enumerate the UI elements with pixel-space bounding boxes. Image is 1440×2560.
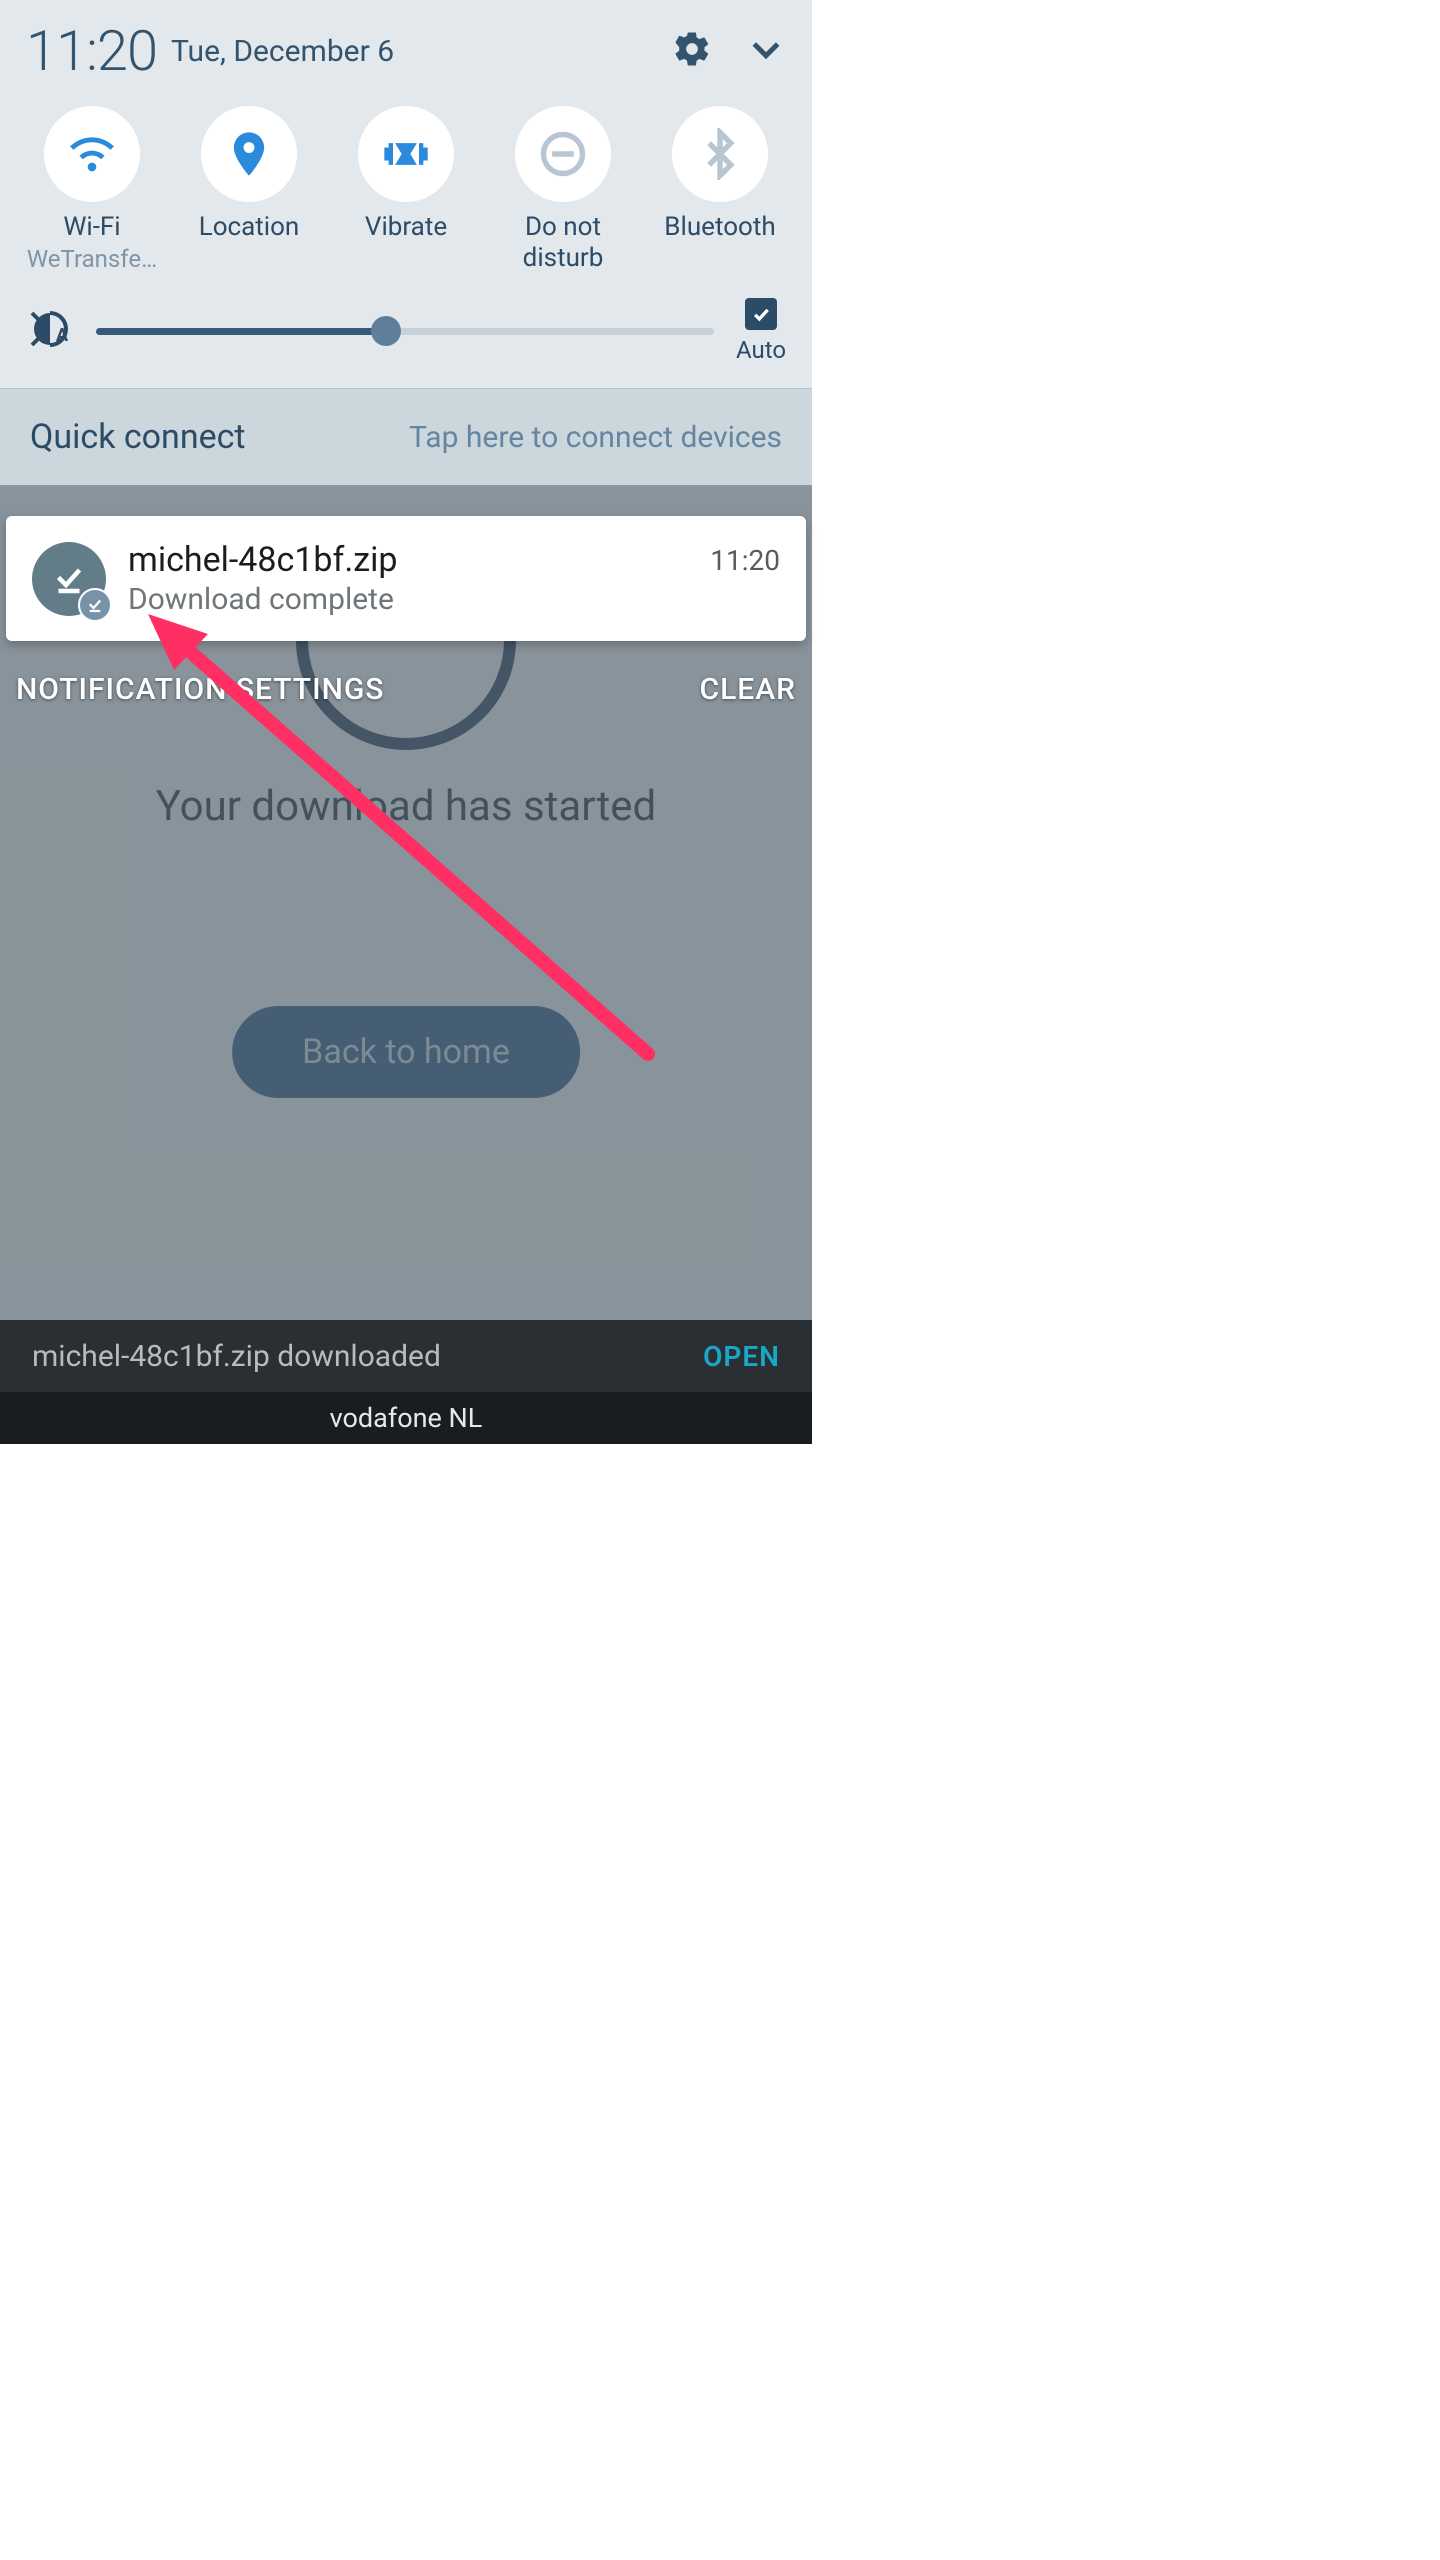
notification-time: 11:20 xyxy=(710,544,780,577)
qs-dnd-label: Do not disturb xyxy=(493,212,633,274)
bluetooth-icon xyxy=(694,128,746,180)
qs-location-label: Location xyxy=(179,212,319,243)
download-snackbar: michel-48c1bf.zip downloaded OPEN xyxy=(0,1320,812,1392)
notification-icon xyxy=(32,542,106,616)
notification-subtitle: Download complete xyxy=(128,582,688,617)
notification-shade: 11:20 Tue, December 6 Wi-Fi WeTransfe… L… xyxy=(0,0,812,487)
auto-brightness-label: Auto xyxy=(736,336,786,364)
qs-bluetooth-label: Bluetooth xyxy=(650,212,790,243)
notification-settings-button[interactable]: NOTIFICATION SETTINGS xyxy=(16,672,384,707)
svg-text:A: A xyxy=(56,325,69,346)
check-icon xyxy=(751,304,771,324)
qs-vibrate-label: Vibrate xyxy=(336,212,476,243)
settings-icon[interactable] xyxy=(672,29,712,73)
location-icon xyxy=(223,128,275,180)
qs-tile-vibrate[interactable]: Vibrate xyxy=(336,106,476,274)
snackbar-text: michel-48c1bf.zip downloaded xyxy=(32,1339,441,1374)
quick-connect-title: Quick connect xyxy=(30,417,246,457)
status-header: 11:20 Tue, December 6 xyxy=(0,0,812,92)
expand-icon[interactable] xyxy=(746,29,786,73)
auto-brightness-toggle[interactable]: Auto xyxy=(736,298,786,364)
qs-tile-location[interactable]: Location xyxy=(179,106,319,274)
carrier-label: vodafone NL xyxy=(0,1392,812,1444)
dnd-icon xyxy=(537,128,589,180)
vibrate-icon xyxy=(380,128,432,180)
quick-connect-hint: Tap here to connect devices xyxy=(409,420,782,455)
qs-tile-wifi[interactable]: Wi-Fi WeTransfe… xyxy=(22,106,162,274)
wifi-icon xyxy=(66,128,118,180)
qs-wifi-label: Wi-Fi xyxy=(22,212,162,243)
qs-wifi-sub: WeTransfe… xyxy=(22,245,162,273)
brightness-slider[interactable] xyxy=(96,313,714,349)
quick-connect-bar[interactable]: Quick connect Tap here to connect device… xyxy=(0,388,812,487)
clear-notifications-button[interactable]: CLEAR xyxy=(699,672,796,707)
notification-title: michel-48c1bf.zip xyxy=(128,540,688,580)
date: Tue, December 6 xyxy=(171,34,394,69)
download-notification[interactable]: michel-48c1bf.zip Download complete 11:2… xyxy=(6,516,806,641)
download-complete-icon xyxy=(51,561,87,597)
qs-tile-bluetooth[interactable]: Bluetooth xyxy=(650,106,790,274)
qs-tile-dnd[interactable]: Do not disturb xyxy=(493,106,633,274)
auto-brightness-icon[interactable]: A xyxy=(26,305,74,357)
snackbar-open-button[interactable]: OPEN xyxy=(703,1340,780,1373)
download-badge-icon xyxy=(86,596,104,614)
clock: 11:20 xyxy=(26,18,157,84)
